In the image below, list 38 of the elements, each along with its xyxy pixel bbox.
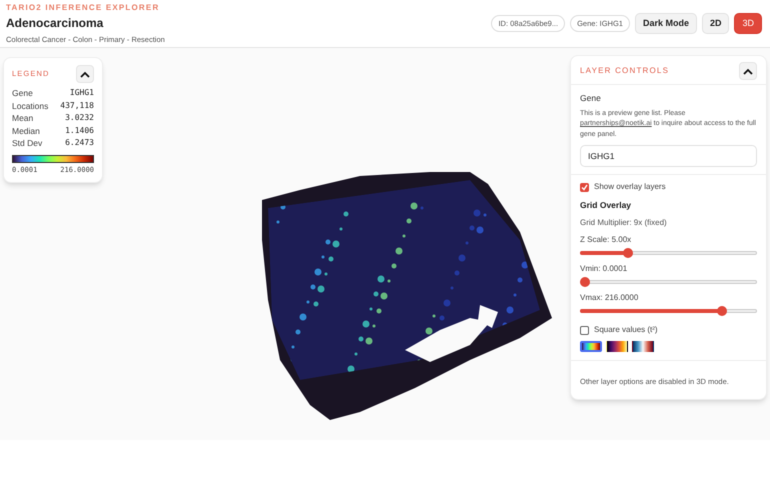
stat-label: Std Dev [12,137,42,150]
grid-overlay-heading: Grid Overlay [580,199,632,212]
stat-value: 3.0232 [65,112,94,124]
stat-label: Mean [12,112,34,124]
slider-thumb[interactable] [623,248,634,258]
view-mode-button[interactable]: 3D [734,13,762,34]
stat-value: 1.1406 [65,124,94,136]
panel-title: LAYER CONTROLS [580,65,670,77]
stat-label: Median [12,124,40,137]
caret-icon [80,70,90,78]
stat-value: 437,118 [60,100,94,112]
colormap-swatch[interactable] [580,341,602,352]
overlay-checkbox[interactable] [580,182,589,192]
gene-label: Gene [580,92,602,105]
stat-label: Gene [12,87,33,100]
slider-thumb[interactable] [580,277,590,287]
slider-thumb[interactable] [716,306,727,316]
grid-multiplier-text: Grid Multiplier: 9x (fixed) [580,217,668,229]
stat-value: 6.2473 [65,137,94,149]
slider-track[interactable] [580,277,757,287]
stat-value: IGHG1 [70,87,94,99]
slider-label: Vmin: 0.0001 [580,263,628,275]
caret-icon [743,68,753,74]
app-name: TARIO2 INFERENCE EXPLORER [6,2,160,14]
overlay-label: Show overlay layers [594,181,666,194]
square-values-label: Square values (t²) [594,324,658,336]
dark-mode-button[interactable]: Dark Mode [634,13,697,34]
colormap-swatch[interactable] [606,341,628,352]
gene-input[interactable]: IGHG1 [580,145,757,168]
square-values-checkbox[interactable] [580,326,589,334]
colormap-swatch[interactable] [632,341,654,352]
stat-label: Locations [12,100,48,112]
view-mode-button[interactable]: 2D [702,13,730,34]
collapse-button[interactable] [739,62,757,80]
slider-label: Vmax: 216.0000 [580,292,640,304]
page-title: Adenocarcinoma [6,14,104,32]
collapse-button[interactable] [76,65,94,83]
slider-label: Z Scale: 5.00x [580,234,632,246]
